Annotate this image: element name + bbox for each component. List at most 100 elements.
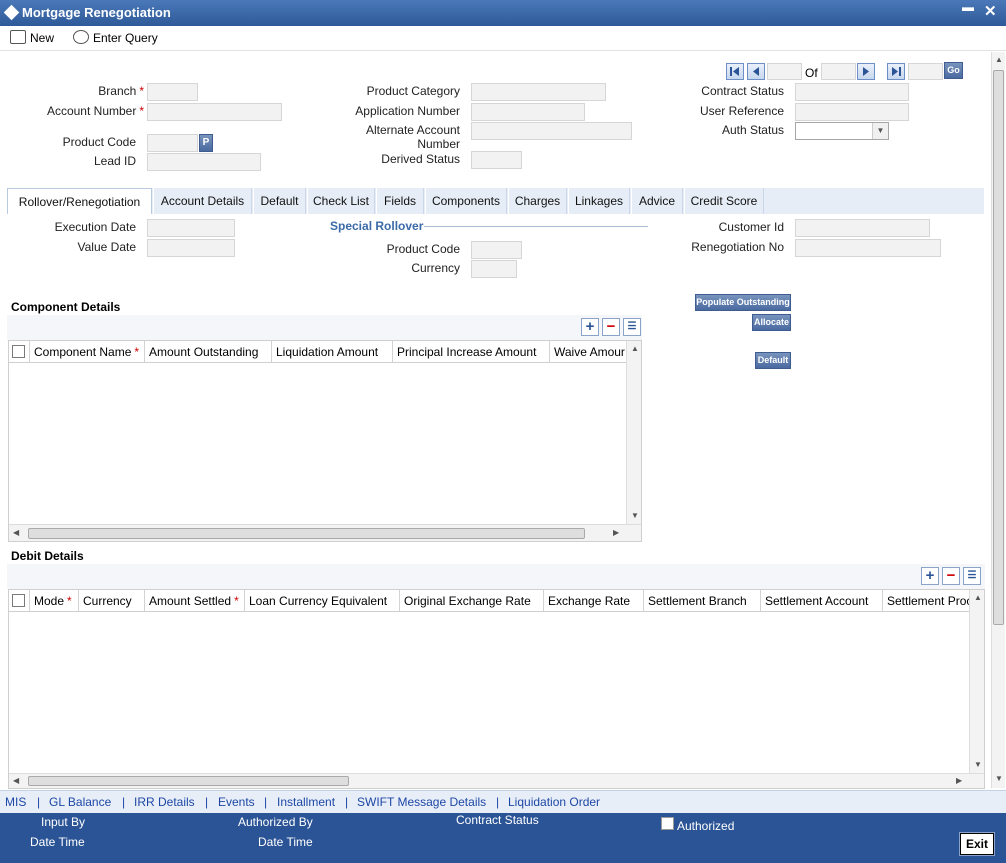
link-bar: MIS | GL Balance | IRR Details | Events … — [0, 790, 1006, 813]
delete-component-row-button[interactable]: − — [602, 318, 620, 336]
user-reference-field[interactable] — [795, 103, 909, 121]
link-swift-message-details[interactable]: SWIFT Message Details — [357, 795, 486, 809]
col-settlement-branch[interactable]: Settlement Branch — [644, 590, 761, 611]
scroll-down-icon: ▼ — [995, 774, 1003, 783]
product-code-field[interactable] — [147, 134, 198, 152]
main-vscroll[interactable]: ▲ ▼ — [991, 52, 1005, 788]
scroll-up-icon: ▲ — [631, 344, 639, 353]
customer-id-field[interactable] — [795, 219, 930, 237]
auth-status-label: Auth Status — [721, 123, 784, 137]
scroll-up-icon: ▲ — [995, 55, 1003, 64]
branch-field[interactable] — [147, 83, 198, 101]
product-code-lov-button[interactable]: P — [199, 134, 213, 152]
col-amount-outstanding[interactable]: Amount Outstanding — [145, 341, 272, 362]
debit-grid-hscroll[interactable]: ◀ ▶ — [9, 773, 984, 788]
col-principal-increase-amount[interactable]: Principal Increase Amount — [393, 341, 550, 362]
col-amount-settled[interactable]: Amount Settled * — [145, 590, 245, 611]
component-single-view-button[interactable]: ☰ — [623, 318, 641, 336]
value-date-field[interactable] — [147, 239, 235, 257]
account-number-field[interactable] — [147, 103, 282, 121]
tab-default[interactable]: Default — [253, 188, 306, 214]
component-grid-vscroll[interactable]: ▲ ▼ — [626, 341, 641, 524]
app-diamond-icon — [3, 4, 20, 21]
link-irr-details[interactable]: IRR Details — [134, 795, 195, 809]
tab-charges[interactable]: Charges — [508, 188, 567, 214]
add-debit-row-button[interactable]: + — [921, 567, 939, 585]
populate-outstanding-button[interactable]: Populate Outstanding — [695, 294, 791, 311]
authorized-checkbox[interactable] — [661, 817, 674, 830]
auth-status-select[interactable]: ▼ — [795, 122, 889, 140]
debit-single-view-button[interactable]: ☰ — [963, 567, 981, 585]
component-select-all-checkbox[interactable] — [12, 345, 25, 358]
tab-credit-score[interactable]: Credit Score — [684, 188, 764, 214]
col-original-exchange-rate[interactable]: Original Exchange Rate — [400, 590, 544, 611]
first-record-button[interactable] — [726, 63, 744, 80]
tab-check-list[interactable]: Check List — [307, 188, 375, 214]
link-installment[interactable]: Installment — [277, 795, 335, 809]
product-category-field[interactable] — [471, 83, 606, 101]
scroll-down-icon: ▼ — [631, 511, 639, 520]
delete-debit-row-button[interactable]: − — [942, 567, 960, 585]
debit-grid-vscroll[interactable]: ▲ ▼ — [969, 590, 984, 773]
col-mode[interactable]: Mode * — [30, 590, 79, 611]
total-records-field[interactable] — [821, 63, 856, 80]
main-vscroll-thumb[interactable] — [993, 70, 1004, 625]
new-button[interactable]: New — [10, 30, 54, 45]
link-separator: | — [205, 795, 209, 809]
col-exchange-rate[interactable]: Exchange Rate — [544, 590, 644, 611]
scroll-up-icon: ▲ — [974, 593, 982, 602]
component-grid-hscroll[interactable]: ◀ ▶ — [9, 524, 641, 541]
col-currency[interactable]: Currency — [79, 590, 145, 611]
default-button[interactable]: Default — [755, 352, 791, 369]
debit-details-title: Debit Details — [11, 549, 84, 563]
rollover-product-code-field[interactable] — [471, 241, 522, 259]
tab-advice[interactable]: Advice — [631, 188, 683, 214]
close-button[interactable]: ✕ — [984, 2, 997, 20]
col-liquidation-amount[interactable]: Liquidation Amount — [272, 341, 393, 362]
application-number-label: Application Number — [355, 104, 460, 118]
add-component-row-button[interactable]: + — [581, 318, 599, 336]
debit-select-all-checkbox[interactable] — [12, 594, 25, 607]
link-gl-balance[interactable]: GL Balance — [49, 795, 111, 809]
debit-grid-hscroll-thumb[interactable] — [28, 776, 349, 786]
current-record-field[interactable] — [767, 63, 802, 80]
link-liquidation-order[interactable]: Liquidation Order — [508, 795, 600, 809]
tab-linkages[interactable]: Linkages — [568, 188, 630, 214]
application-number-field[interactable] — [471, 103, 585, 121]
toolbar: New Enter Query — [0, 26, 1006, 51]
minimize-button[interactable]: ▬ — [962, 0, 974, 14]
tab-components[interactable]: Components — [425, 188, 507, 214]
contract-status-label: Contract Status — [701, 84, 784, 98]
lead-id-field[interactable] — [147, 153, 261, 171]
list-icon: ☰ — [627, 321, 637, 332]
contract-status-field[interactable] — [795, 83, 909, 101]
goto-record-field[interactable] — [908, 63, 943, 80]
previous-record-button[interactable] — [747, 63, 765, 80]
col-waive-amount[interactable]: Waive Amour — [550, 341, 626, 362]
last-record-button[interactable] — [887, 63, 905, 80]
link-mis[interactable]: MIS — [5, 795, 26, 809]
renegotiation-no-field[interactable] — [795, 239, 941, 257]
col-settlement-product[interactable]: Settlement Proc — [883, 590, 969, 611]
link-events[interactable]: Events — [218, 795, 255, 809]
exit-button[interactable]: Exit — [959, 832, 995, 856]
component-grid-header: Component Name * Amount Outstanding Liqui… — [9, 341, 626, 363]
allocate-button[interactable]: Allocate — [752, 314, 791, 331]
component-grid-hscroll-thumb[interactable] — [28, 528, 585, 539]
currency-field[interactable] — [471, 260, 517, 278]
go-button[interactable]: Go — [944, 62, 963, 79]
execution-date-field[interactable] — [147, 219, 235, 237]
col-settlement-account[interactable]: Settlement Account — [761, 590, 883, 611]
col-loan-currency-equivalent[interactable]: Loan Currency Equivalent — [245, 590, 400, 611]
enter-query-button[interactable]: Enter Query — [73, 30, 158, 45]
next-record-button[interactable] — [857, 63, 875, 80]
renegotiation-no-label: Renegotiation No — [691, 240, 784, 254]
rollover-product-code-label: Product Code — [386, 242, 460, 256]
tab-fields[interactable]: Fields — [376, 188, 424, 214]
tab-account-details[interactable]: Account Details — [153, 188, 252, 214]
window-title: Mortgage Renegotiation — [22, 5, 171, 20]
alternate-account-number-field[interactable] — [471, 122, 632, 140]
derived-status-field[interactable] — [471, 151, 522, 169]
col-component-name[interactable]: Component Name * — [30, 341, 145, 362]
tab-rollover-renegotiation[interactable]: Rollover/Renegotiation — [7, 188, 152, 214]
